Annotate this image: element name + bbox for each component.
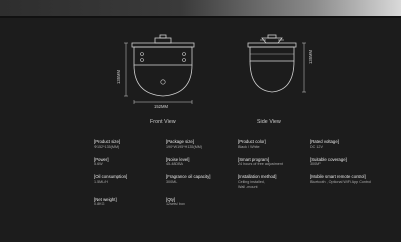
spec-value: 5.6W xyxy=(94,162,103,167)
spec-grid: [Product size] Φ152*135(MM) [Package size… xyxy=(94,139,384,207)
spec-value: 300M³ xyxy=(310,162,321,167)
spec-value: 300ML xyxy=(166,179,178,184)
header-divider xyxy=(0,16,401,18)
side-height-dimension: 135MM xyxy=(308,50,313,64)
spec-item: [Rated voltage] DC 12V xyxy=(310,139,384,150)
side-view-caption: Side View xyxy=(257,119,281,125)
spec-item: [Package size] 190*W195*H135(MM) xyxy=(166,139,238,150)
spec-value: Black / White xyxy=(238,144,260,149)
spec-value: Bluetooth , Optional WiFi App Control xyxy=(310,179,372,184)
spec-item: [Fragrance oil capacity] 300ML xyxy=(166,174,238,190)
spec-value: DC 12V xyxy=(310,144,323,149)
spec-value: 12sets/ box xyxy=(166,202,185,207)
spec-item: [Product size] Φ152*135(MM) xyxy=(94,139,166,150)
spec-item: [Power] 5.6W xyxy=(94,157,166,168)
spec-item: [Installation method] Ceiling installed, … xyxy=(238,174,310,190)
spec-value: 190*W195*H135(MM) xyxy=(166,144,203,149)
spec-item: [Oil consumption] 1.5ML/H xyxy=(94,174,166,190)
front-height-dimension: 135MM xyxy=(116,70,121,84)
spec-value: 45-48DBA xyxy=(166,162,184,167)
spec-item: [Net weight] 0.8KG xyxy=(94,197,166,208)
side-view-diagram xyxy=(247,34,306,93)
spec-value: 1.5ML/H xyxy=(94,179,108,184)
spec-item: [Smart program] 24 hours of free adjustme… xyxy=(238,157,310,168)
spec-item: [Qty] 12sets/ box xyxy=(166,197,238,208)
spec-item: [Suitable coverage] 300M³ xyxy=(310,157,384,168)
spec-value: Φ152*135(MM) xyxy=(94,144,120,149)
front-width-dimension: 152MM xyxy=(154,104,168,109)
front-view-diagram xyxy=(124,34,195,104)
spec-item: [Noise level] 45-48DBA xyxy=(166,157,238,168)
spec-value: 0.8KG xyxy=(94,202,105,207)
spec-item: [Product color] Black / White xyxy=(238,139,310,150)
spec-item: [Mobile smart remote control] Bluetooth ,… xyxy=(310,174,384,190)
spec-value: 24 hours of free adjustment xyxy=(238,162,283,167)
front-view-caption: Front View xyxy=(150,119,176,125)
spec-value: Ceiling installed, Wall -mount xyxy=(238,179,265,189)
header-banner xyxy=(0,0,401,16)
